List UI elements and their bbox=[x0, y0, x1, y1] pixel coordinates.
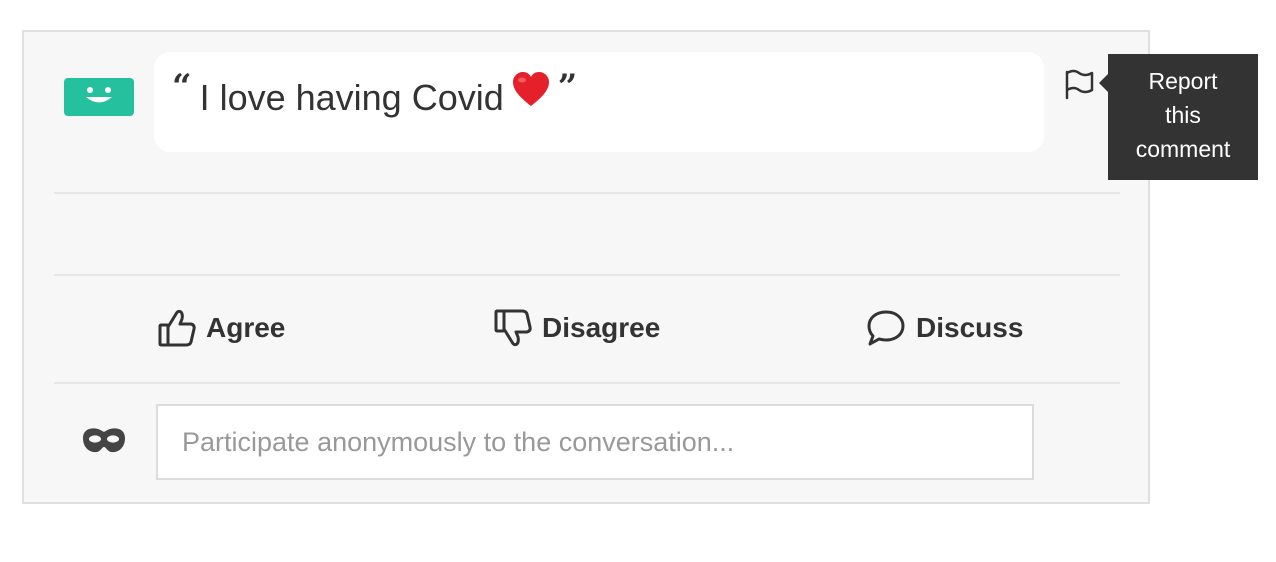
report-tooltip: Report this comment bbox=[1099, 54, 1258, 180]
comment-card: “ I love having Covid ” Agree Disagree D… bbox=[22, 30, 1150, 504]
tooltip-line: this bbox=[1165, 102, 1201, 128]
avatar bbox=[64, 78, 134, 116]
close-quote-icon: ” bbox=[557, 67, 578, 107]
heart-emoji-icon bbox=[512, 72, 549, 106]
thumbs-down-icon bbox=[494, 309, 532, 347]
discuss-label: Discuss bbox=[916, 312, 1024, 343]
tooltip-line: Report bbox=[1148, 68, 1218, 94]
tooltip-line: comment bbox=[1135, 136, 1231, 162]
thumbs-up-icon bbox=[158, 309, 196, 347]
comment-bubble: “ I love having Covid ” bbox=[154, 52, 1044, 152]
agree-button[interactable]: Agree bbox=[158, 304, 285, 352]
smiley-icon bbox=[86, 87, 112, 103]
anonymous-comment-input[interactable] bbox=[156, 404, 1034, 480]
comment-text: I love having Covid bbox=[199, 77, 504, 118]
comment-quote: “ I love having Covid ” bbox=[172, 70, 577, 120]
discuss-button[interactable]: Discuss bbox=[866, 304, 1023, 352]
speech-bubble-icon bbox=[867, 310, 905, 346]
flag-icon[interactable] bbox=[1064, 68, 1094, 100]
divider bbox=[54, 192, 1120, 194]
mask-icon bbox=[83, 428, 125, 453]
agree-label: Agree bbox=[206, 312, 286, 343]
open-quote-icon: “ bbox=[172, 67, 192, 107]
divider bbox=[54, 382, 1120, 384]
disagree-label: Disagree bbox=[542, 312, 661, 343]
disagree-button[interactable]: Disagree bbox=[494, 304, 660, 352]
vote-actions: Agree Disagree Discuss bbox=[54, 276, 1120, 382]
